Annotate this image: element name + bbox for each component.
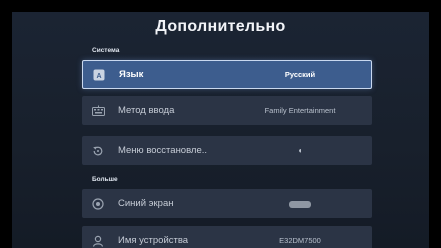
setting-label: Язык (119, 69, 144, 80)
setting-row-input-method[interactable]: Метод ввода Family Entertainment (82, 96, 372, 125)
section-label-more: Больше (92, 176, 118, 183)
keyboard-icon (91, 104, 105, 118)
setting-row-device-name[interactable]: Имя устройства E32DM7500 (82, 226, 372, 248)
page-title: Дополнительно (155, 18, 286, 35)
toggle-switch[interactable] (289, 200, 311, 208)
setting-label: Синий экран (118, 198, 174, 209)
blue-screen-icon (91, 197, 105, 211)
setting-label: Имя устройства (118, 235, 189, 246)
setting-label: Меню восстановле.. (118, 145, 208, 156)
settings-panel: Дополнительно Система A Язык Русский Мет… (12, 12, 429, 248)
spinner-icon: ◖ (297, 146, 303, 155)
device-user-icon (91, 234, 105, 248)
loading-indicator: ◖ (228, 146, 372, 155)
setting-value: E32DM7500 (279, 236, 321, 245)
setting-row-restore-menu[interactable]: Меню восстановле.. ◖ (82, 136, 372, 165)
setting-label: Метод ввода (118, 105, 175, 116)
svg-text:A: A (96, 73, 101, 80)
restore-icon (91, 144, 105, 158)
setting-value: Family Entertainment (264, 106, 336, 115)
setting-value: Русский (284, 70, 316, 79)
section-label-system: Система (92, 47, 120, 54)
blue-screen-toggle[interactable] (228, 199, 372, 208)
setting-row-blue-screen[interactable]: Синий экран (82, 189, 372, 218)
setting-row-language[interactable]: A Язык Русский (82, 60, 372, 89)
language-icon: A (92, 68, 106, 82)
